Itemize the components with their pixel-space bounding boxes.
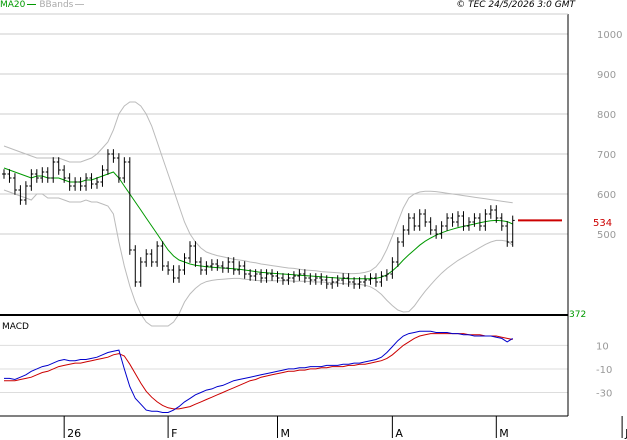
bollinger-lower-line <box>3 189 513 327</box>
x-axis-label: F <box>171 427 177 440</box>
macd-tick-label: -10 <box>596 365 612 376</box>
price-tick-label: 700 <box>597 150 616 161</box>
macd-tick-label: -30 <box>596 388 612 399</box>
last-price-label: 534 <box>593 218 613 229</box>
price-tick-label: 800 <box>597 110 616 121</box>
price-low-label: 372 <box>569 310 586 320</box>
x-axis-label: A <box>395 427 403 440</box>
stock-chart: 100090080070060050037210-10-3026 F M A M J <box>0 13 627 440</box>
x-axis-label: 26 <box>67 427 81 440</box>
legend-ma-swatch <box>27 4 37 5</box>
price-tick-label: 900 <box>597 70 616 81</box>
macd-line <box>4 330 513 413</box>
macd-tick-label: 10 <box>596 341 609 352</box>
legend: MA20 BBands <box>0 0 85 10</box>
price-tick-label: 1000 <box>597 30 622 41</box>
x-axis-label: M <box>281 427 291 440</box>
legend-bb-swatch <box>75 4 85 5</box>
price-tick-label: 500 <box>597 230 616 241</box>
macd-panel-label: MACD <box>2 322 29 332</box>
legend-ma-label: MA20 <box>0 0 26 10</box>
legend-bb-label: BBands <box>39 0 74 10</box>
macd-signal-line <box>4 333 513 410</box>
x-axis-label: M <box>499 427 509 440</box>
price-tick-label: 600 <box>597 190 616 201</box>
copyright-text: © TEC 24/5/2026 3:0 GMT <box>456 0 575 10</box>
